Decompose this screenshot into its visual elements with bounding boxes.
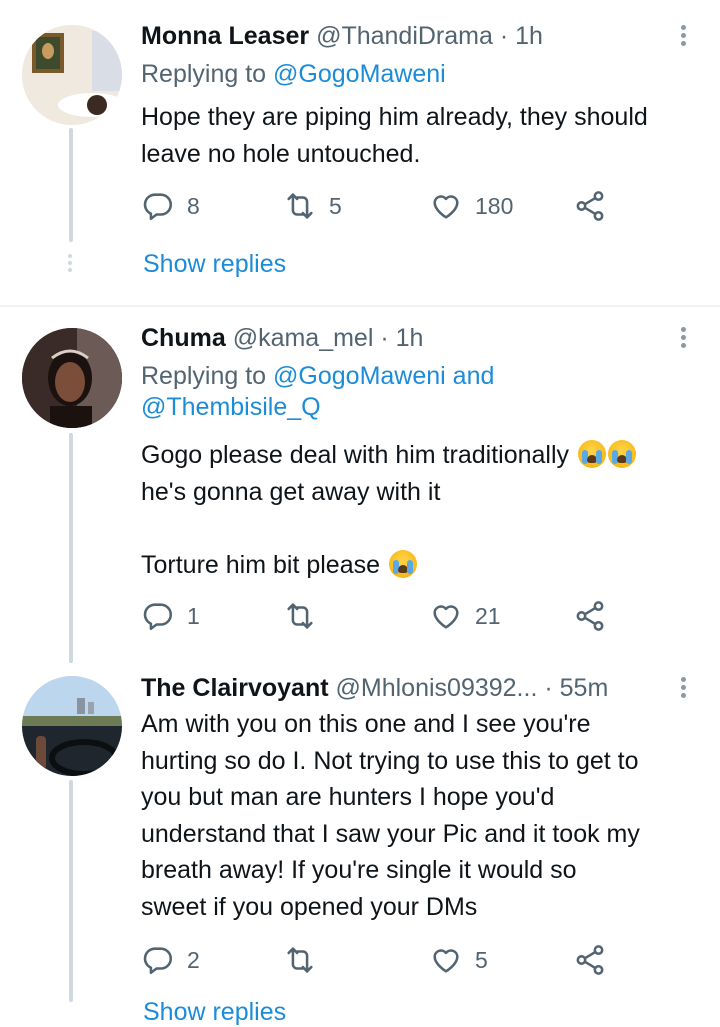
tweet[interactable]: Chuma @kama_mel · 1h Replying to @GogoMa… bbox=[0, 307, 720, 663]
text-line: understand that I saw your Pic and it to… bbox=[141, 819, 640, 848]
display-name[interactable]: The Clairvoyant bbox=[141, 674, 329, 702]
avatar[interactable] bbox=[22, 328, 122, 428]
replying-to-label: Replying to bbox=[141, 362, 267, 390]
tweet-text: Gogo please deal with him traditionally … bbox=[141, 437, 706, 583]
tweet-header: Chuma @kama_mel · 1h bbox=[141, 323, 423, 353]
reply-button[interactable]: 8 bbox=[141, 189, 200, 223]
text-line-content: Torture him bit please bbox=[141, 550, 381, 579]
timestamp[interactable]: 1h bbox=[515, 22, 543, 50]
mention-link[interactable]: @GogoMaweni bbox=[273, 362, 446, 390]
avatar[interactable] bbox=[22, 676, 122, 776]
mention-link[interactable]: @Thembisile_Q bbox=[141, 393, 321, 421]
display-name[interactable]: Monna Leaser bbox=[141, 22, 309, 50]
separator: · bbox=[544, 674, 553, 702]
like-button[interactable]: 21 bbox=[429, 599, 501, 633]
text-line: leave no hole untouched. bbox=[141, 139, 421, 168]
mention-link[interactable]: @GogoMaweni bbox=[273, 60, 446, 88]
like-count: 180 bbox=[475, 192, 514, 219]
share-icon bbox=[573, 599, 607, 633]
more-options-icon[interactable] bbox=[678, 25, 688, 49]
text-line: sweet if you opened your DMs bbox=[141, 892, 478, 921]
action-bar: 8 5 180 bbox=[141, 189, 621, 225]
user-handle[interactable]: @Mhlonis09392... bbox=[336, 674, 538, 702]
more-options-icon[interactable] bbox=[678, 677, 688, 701]
text-line: Gogo please deal with him traditionally bbox=[141, 437, 706, 474]
like-count: 21 bbox=[475, 602, 501, 629]
crying-face-emoji bbox=[577, 440, 606, 468]
timestamp[interactable]: 1h bbox=[396, 324, 424, 352]
crying-face-emoji bbox=[388, 549, 417, 578]
tweet-text: Am with you on this one and I see you're… bbox=[141, 706, 706, 925]
text-line: breath away! If you're single it would s… bbox=[141, 856, 577, 884]
retweet-icon bbox=[283, 943, 317, 977]
crying-face-emoji bbox=[607, 440, 636, 468]
share-button[interactable] bbox=[573, 189, 607, 223]
reply-count: 1 bbox=[187, 602, 200, 629]
reply-count: 8 bbox=[187, 192, 200, 219]
timestamp[interactable]: 55m bbox=[560, 674, 609, 702]
heart-icon bbox=[429, 943, 463, 977]
separator: · bbox=[499, 22, 509, 50]
more-options-icon[interactable] bbox=[678, 327, 688, 351]
retweet-button[interactable]: 5 bbox=[283, 189, 342, 223]
show-replies-link[interactable]: Show replies bbox=[143, 250, 286, 279]
action-bar: 2 5 bbox=[141, 943, 621, 979]
replying-to: Replying to @GogoMaweni and @Thembisile_… bbox=[141, 361, 701, 423]
replying-to: Replying to @GogoMaweni bbox=[141, 59, 446, 90]
text-line: Torture him bit please bbox=[141, 547, 706, 584]
user-handle[interactable]: @kama_mel bbox=[233, 324, 374, 352]
thread-line bbox=[69, 433, 73, 663]
text-line: he's gonna get away with it bbox=[141, 477, 441, 506]
text-line-content: Gogo please deal with him traditionally bbox=[141, 441, 570, 469]
like-count: 5 bbox=[475, 946, 488, 973]
action-bar: 1 21 bbox=[141, 599, 621, 635]
avatar[interactable] bbox=[22, 25, 122, 125]
user-handle[interactable]: @ThandiDrama bbox=[316, 22, 493, 50]
tweet[interactable]: Monna Leaser @ThandiDrama · 1h Replying … bbox=[0, 0, 720, 305]
reply-button[interactable]: 1 bbox=[141, 599, 200, 633]
reply-count: 2 bbox=[187, 946, 200, 973]
reply-button[interactable]: 2 bbox=[141, 943, 200, 977]
retweet-icon bbox=[283, 599, 317, 633]
tweet-header: The Clairvoyant @Mhlonis09392... · 55m bbox=[141, 673, 608, 703]
reply-icon bbox=[141, 943, 175, 977]
separator: · bbox=[380, 324, 389, 352]
text-line: you but man are hunters I hope you'd bbox=[141, 783, 555, 811]
tweet[interactable]: The Clairvoyant @Mhlonis09392... · 55m A… bbox=[0, 662, 720, 1026]
share-icon bbox=[573, 189, 607, 223]
like-button[interactable]: 5 bbox=[429, 943, 488, 977]
reply-icon bbox=[141, 599, 175, 633]
share-icon bbox=[573, 943, 607, 977]
display-name[interactable]: Chuma bbox=[141, 324, 226, 352]
share-button[interactable] bbox=[573, 943, 607, 977]
thread-line bbox=[69, 128, 73, 242]
retweet-count: 5 bbox=[329, 192, 342, 219]
thread-line bbox=[69, 780, 73, 1002]
text-line: Hope they are piping him already, they s… bbox=[141, 103, 648, 131]
tweet-text: Hope they are piping him already, they s… bbox=[141, 99, 706, 172]
heart-icon bbox=[429, 189, 463, 223]
text-line: Am with you on this one and I see you're bbox=[141, 710, 591, 738]
share-button[interactable] bbox=[573, 599, 607, 633]
replying-to-label: Replying to bbox=[141, 60, 267, 88]
reply-icon bbox=[141, 189, 175, 223]
text-line: hurting so do I. Not trying to use this … bbox=[141, 746, 639, 775]
tweet-header: Monna Leaser @ThandiDrama · 1h bbox=[141, 21, 543, 51]
retweet-icon bbox=[283, 189, 317, 223]
thread-dots bbox=[68, 254, 72, 275]
retweet-button[interactable] bbox=[283, 943, 329, 977]
retweet-button[interactable] bbox=[283, 599, 329, 633]
mention-joiner: and bbox=[452, 362, 495, 390]
heart-icon bbox=[429, 599, 463, 633]
like-button[interactable]: 180 bbox=[429, 189, 513, 223]
